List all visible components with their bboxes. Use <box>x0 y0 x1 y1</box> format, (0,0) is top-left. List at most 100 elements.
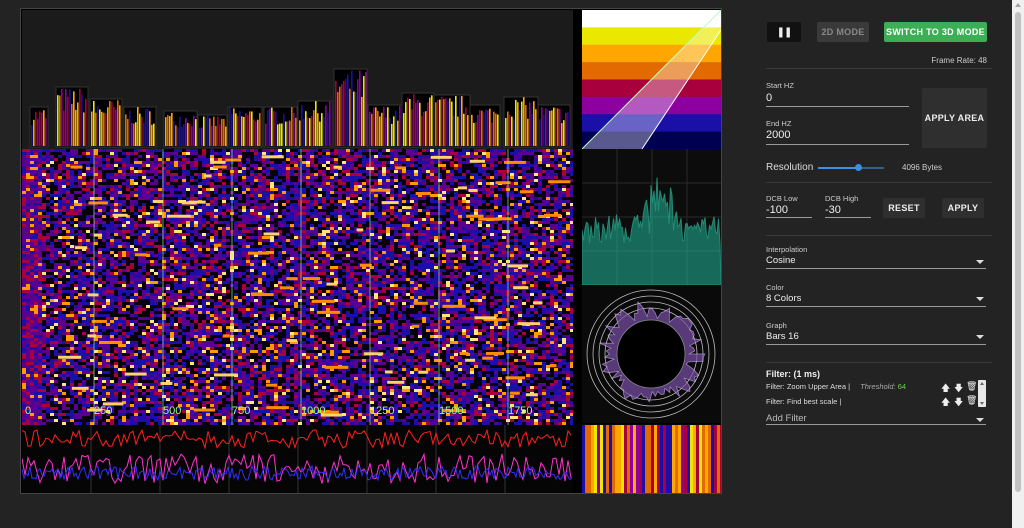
spectrogram-cell <box>262 197 266 200</box>
spectrogram-cell <box>26 209 30 212</box>
bar-stripe <box>535 109 537 146</box>
spectrogram-cell <box>330 176 334 179</box>
spectrogram-cell <box>498 242 502 245</box>
spectrogram-cell <box>186 170 190 173</box>
spectrogram-cell <box>414 200 418 203</box>
spectrogram-cell <box>254 179 258 182</box>
spectrogram-cell <box>194 179 198 182</box>
spectrogram-cell <box>458 263 462 266</box>
spectrogram-cell <box>414 203 418 206</box>
spectrogram-cell <box>522 173 526 176</box>
spectrogram-cell <box>182 182 186 185</box>
spectrogram-cell <box>254 200 258 203</box>
spectrogram-cell <box>50 290 54 293</box>
spectrogram-cell <box>22 197 26 200</box>
spectrogram-cell <box>74 203 78 206</box>
spectrogram-cell <box>174 176 178 179</box>
spectrogram-cell <box>390 245 394 248</box>
spectrogram-cell <box>346 173 350 176</box>
spectrogram-cell <box>414 212 418 215</box>
spectrogram-cell <box>470 200 474 203</box>
bar-stripe <box>381 112 383 146</box>
spectrogram-cell <box>78 191 82 194</box>
spectrogram-cell <box>46 239 50 242</box>
spectrogram-cell <box>170 218 174 221</box>
spectrogram-cell <box>38 272 42 275</box>
spectrogram-cell <box>310 164 314 167</box>
spectrogram-cell <box>394 260 398 263</box>
spectrogram-cell <box>310 212 314 215</box>
spectrogram-cell <box>70 254 74 257</box>
spectrogram-cell <box>354 158 358 161</box>
spectrogram-cell <box>322 161 326 164</box>
spectrogram-cell <box>390 239 394 242</box>
spectrogram-cell <box>326 257 330 260</box>
spectrogram-cell <box>318 173 322 176</box>
spectrogram-cell <box>226 254 230 257</box>
spectrogram-cell <box>346 197 350 200</box>
spectrogram-cell <box>386 197 390 200</box>
spectrogram-cell <box>66 209 70 212</box>
spectrogram-cell <box>310 194 314 197</box>
bar-stripe <box>541 107 543 146</box>
spectrogram-cell <box>46 275 50 278</box>
spectrogram-cell <box>142 179 146 182</box>
spectrogram-cell <box>250 182 254 185</box>
spectrogram-cell <box>434 269 438 272</box>
spectrogram-cell <box>358 257 362 260</box>
spectrogram-cell <box>414 221 418 224</box>
spectrogram-cell <box>186 233 190 236</box>
spectrogram-cell <box>274 239 278 242</box>
spectrogram-cell <box>450 212 454 215</box>
spectrogram-cell <box>242 260 246 263</box>
spectrogram-cell <box>214 248 218 251</box>
spectrogram-cell <box>138 233 142 236</box>
spectrogram-cell <box>474 248 478 251</box>
spectrogram-cell <box>302 236 306 239</box>
spectrogram-cell <box>478 224 482 227</box>
spectrogram-cell <box>558 260 562 263</box>
spectrogram-cell <box>502 221 506 224</box>
spectrogram-cell <box>66 269 70 272</box>
spectrogram-cell <box>198 227 202 230</box>
spectrogram-cell <box>442 167 446 170</box>
spectrogram-cell <box>210 203 214 206</box>
spectrogram-cell <box>58 281 62 284</box>
spectrogram-cell <box>470 236 474 239</box>
spectrogram-cell <box>158 164 162 167</box>
spectrogram-cell <box>526 275 530 278</box>
spectrogram-cell <box>182 263 186 266</box>
spectrogram-cell <box>546 239 550 242</box>
spectrogram-cell <box>546 152 550 155</box>
spectrogram-cell <box>150 218 154 221</box>
spectrogram-cell <box>398 254 402 257</box>
spectrogram-cell <box>226 197 230 200</box>
spectrogram-cell <box>386 281 390 284</box>
spectrogram-cell <box>46 236 50 239</box>
spectrogram-cell <box>178 200 182 203</box>
spectrogram-cell <box>494 152 498 155</box>
spectrogram-cell <box>382 194 386 197</box>
spectrogram-cell <box>250 287 254 290</box>
spectrogram-cell <box>326 167 330 170</box>
spectrogram-cell <box>22 242 26 245</box>
spectrogram-cell <box>294 254 298 257</box>
spectrogram-cell <box>70 281 74 284</box>
spectrogram-cell <box>394 158 398 161</box>
spectrogram-cell <box>494 206 498 209</box>
spectrogram-cell <box>30 233 34 236</box>
spectrogram-cell <box>202 260 206 263</box>
spectrogram-cell <box>266 218 270 221</box>
spectrogram-cell <box>422 161 426 164</box>
bar-stripe <box>31 124 33 146</box>
spectrogram-cell <box>482 272 486 275</box>
spectrogram-cell <box>202 182 206 185</box>
spectrogram-cell <box>210 197 214 200</box>
spectrogram-cell <box>338 230 342 233</box>
bar-graph <box>29 68 571 148</box>
spectrogram-cell <box>206 287 210 290</box>
spectrogram-cell <box>242 287 246 290</box>
spectrogram-cell <box>346 176 350 179</box>
spectrogram-cell <box>406 200 410 203</box>
spectrogram-cell <box>442 182 446 185</box>
